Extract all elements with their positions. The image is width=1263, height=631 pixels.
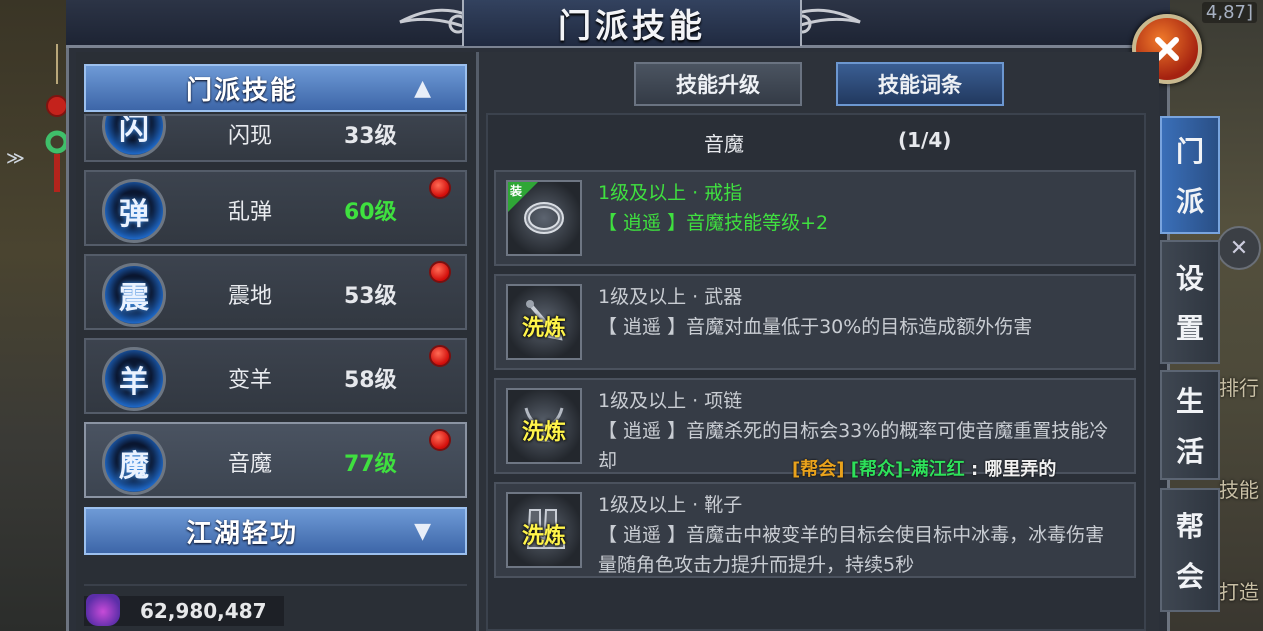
chat-separator: :: [964, 459, 985, 480]
boots-slot[interactable]: 洗炼: [506, 492, 582, 568]
tab-skill-upgrade[interactable]: 技能升级: [634, 62, 802, 106]
chat-sender: -满江红: [903, 459, 965, 480]
currency-value: 62,980,487: [140, 599, 267, 623]
affix-skill-name: 音魔: [704, 132, 744, 156]
window-title: 门派技能: [558, 6, 706, 45]
side-tab-char: 会: [1175, 560, 1204, 593]
category-lightness-skills[interactable]: 江湖轻功 ▼: [84, 507, 467, 555]
skill-level: 60级: [344, 200, 397, 225]
skill-name: 音魔: [228, 452, 273, 477]
chevron-up-icon: ▲: [414, 75, 431, 101]
side-tab-char: 帮: [1175, 510, 1204, 543]
skill-icon-flash: 闪: [102, 116, 166, 158]
notification-dot: [429, 261, 451, 283]
skill-row-flash[interactable]: 闪 闪现 33级: [84, 114, 467, 162]
coordinate-readout: 4,87]: [1201, 2, 1257, 23]
affix-title: 1级及以上 · 项链: [598, 390, 743, 412]
side-tab-char: 门: [1175, 135, 1204, 168]
affix-desc: 【 逍遥 】音魔技能等级+2: [598, 212, 829, 234]
tab-skill-affix[interactable]: 技能词条: [836, 62, 1004, 106]
skill-icon-sound-demon: 魔: [102, 431, 166, 495]
ring-slot[interactable]: 装: [506, 180, 582, 256]
side-tab-char: 设: [1175, 262, 1204, 295]
skill-name: 乱弹: [228, 200, 273, 225]
skill-name: 变羊: [228, 368, 273, 393]
ranking-shortcut[interactable]: 排行: [1219, 372, 1259, 401]
skill-level: 58级: [344, 368, 397, 393]
skill-row-quake[interactable]: 震 震地 53级: [84, 254, 467, 330]
skill-icon-quake: 震: [102, 263, 166, 327]
title-plate: 门派技能: [462, 0, 802, 46]
skill-level: 33级: [344, 124, 397, 149]
gem-icon: [86, 594, 120, 626]
refine-label: 洗炼: [521, 316, 566, 341]
weapon-slot[interactable]: 洗炼: [506, 284, 582, 360]
skill-shortcut[interactable]: 技能: [1219, 474, 1259, 503]
skill-row-sheep[interactable]: 羊 变羊 58级: [84, 338, 467, 414]
skill-row-scatter[interactable]: 弹 乱弹 60级: [84, 170, 467, 246]
chat-rank: [帮众]: [850, 459, 904, 480]
chevron-down-icon: ▼: [414, 518, 431, 544]
category-label: 江湖轻功: [186, 518, 299, 549]
side-tab-char: 置: [1175, 312, 1204, 345]
divider: [84, 584, 467, 586]
skill-name: 闪现: [228, 124, 273, 149]
category-sect-skills[interactable]: 门派技能 ▲: [84, 64, 467, 112]
side-tab-char: 生: [1175, 385, 1204, 418]
expand-arrow-icon[interactable]: ≫: [6, 148, 25, 169]
side-tab-life[interactable]: 生 活: [1160, 370, 1220, 480]
category-label: 门派技能: [186, 75, 299, 106]
chat-text: 哪里弄的: [984, 459, 1057, 480]
affix-desc: 【 逍遥 】音魔击中被变羊的目标会使目标中冰毒，冰毒伤害量随角色攻击力提升而提升…: [598, 524, 1105, 576]
side-tab-guild[interactable]: 帮 会: [1160, 488, 1220, 612]
refine-label: 洗炼: [521, 524, 566, 549]
notification-dot: [429, 345, 451, 367]
affix-title: 1级及以上 · 戒指: [598, 182, 743, 204]
affix-entry-boots[interactable]: 洗炼 1级及以上 · 靴子 【 逍遥 】音魔击中被变羊的目标会使目标中冰毒，冰毒…: [494, 482, 1136, 578]
forge-shortcut[interactable]: 打造: [1219, 576, 1259, 605]
side-tab-settings[interactable]: 设 置: [1160, 240, 1220, 364]
necklace-slot[interactable]: 洗炼: [506, 388, 582, 464]
skill-name: 震地: [228, 284, 273, 309]
notification-dot: [429, 429, 451, 451]
notification-dot: [429, 177, 451, 199]
affix-entry-ring[interactable]: 装 1级及以上 · 戒指 【 逍遥 】音魔技能等级+2: [494, 170, 1136, 266]
refine-label: 洗炼: [521, 420, 566, 445]
affix-entry-weapon[interactable]: 洗炼 1级及以上 · 武器 【 逍遥 】音魔对血量低于30%的目标造成额外伤害: [494, 274, 1136, 370]
side-tab-char: 派: [1175, 185, 1204, 218]
skill-icon-scatter: 弹: [102, 179, 166, 243]
world-close-icon[interactable]: ✕: [1217, 226, 1261, 270]
skill-icon-sheep: 羊: [102, 347, 166, 411]
affix-count: (1/4): [898, 128, 952, 152]
skill-level: 77级: [344, 452, 397, 477]
affix-desc: 【 逍遥 】音魔对血量低于30%的目标造成额外伤害: [598, 316, 1033, 338]
skill-level: 53级: [344, 284, 397, 309]
equipped-badge-label: 装: [510, 184, 523, 198]
chat-message[interactable]: [帮会] [帮众]-满江红 : 哪里弄的: [792, 455, 1056, 481]
affix-title: 1级及以上 · 靴子: [598, 494, 743, 516]
chat-channel: [帮会]: [792, 459, 845, 480]
skill-row-sound-demon[interactable]: 魔 音魔 77级: [84, 422, 467, 498]
affix-title: 1级及以上 · 武器: [598, 286, 743, 308]
side-tab-sect[interactable]: 门 派: [1160, 116, 1220, 234]
side-tab-char: 活: [1175, 435, 1204, 468]
